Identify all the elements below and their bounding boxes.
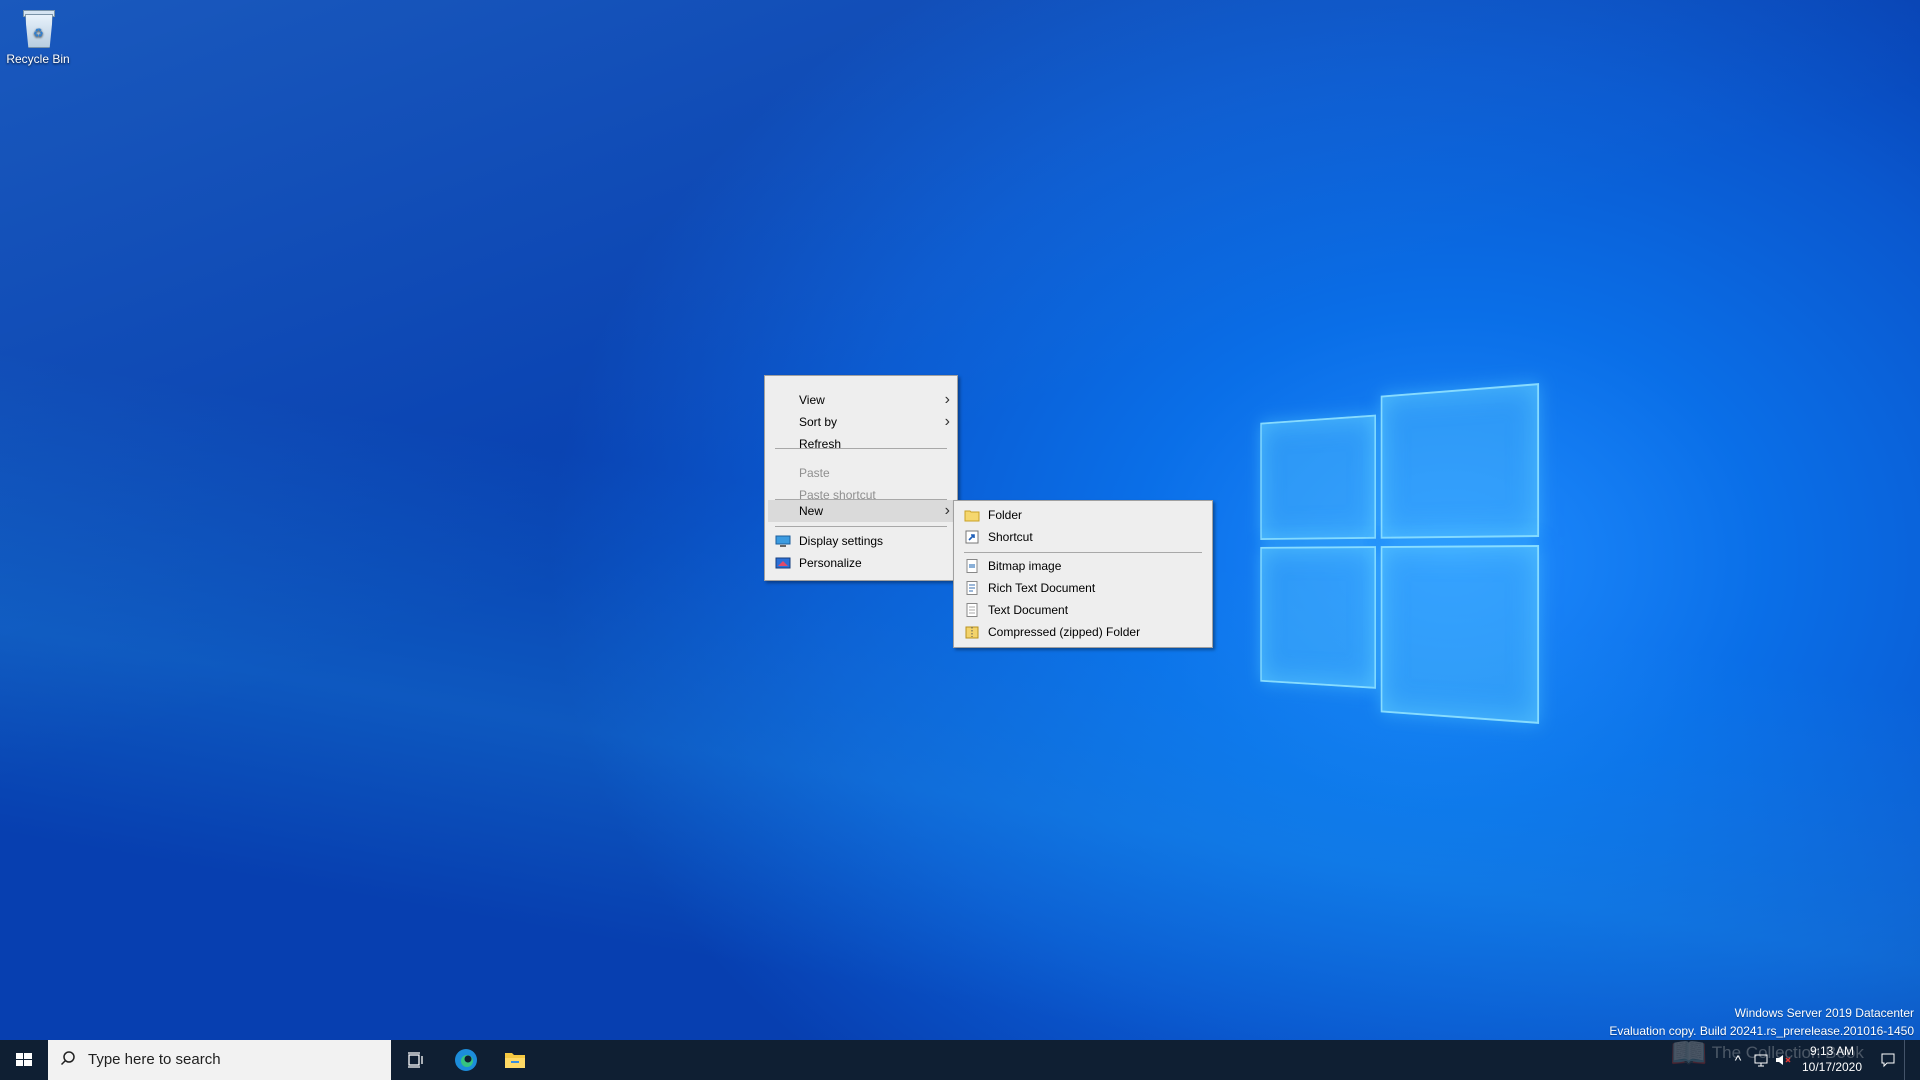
windows-logo bbox=[1260, 383, 1540, 738]
search-placeholder: Type here to search bbox=[88, 1051, 221, 1068]
recycle-bin-icon: ♻ bbox=[21, 8, 55, 48]
folder-icon bbox=[964, 508, 980, 522]
desktop-icon-recycle-bin[interactable]: ♻ Recycle Bin bbox=[6, 8, 70, 66]
menu-item-refresh[interactable]: Refresh bbox=[768, 433, 954, 455]
submenu-item-rich-text[interactable]: Rich Text Document bbox=[957, 577, 1209, 599]
search-icon bbox=[60, 1049, 76, 1069]
file-explorer-icon bbox=[505, 1053, 525, 1068]
windows-start-icon bbox=[16, 1053, 32, 1066]
menu-item-view[interactable]: View › bbox=[768, 389, 954, 411]
menu-item-sort-by[interactable]: Sort by › bbox=[768, 411, 954, 433]
task-view-button[interactable] bbox=[391, 1040, 439, 1080]
submenu-item-text-document[interactable]: Text Document bbox=[957, 599, 1209, 621]
menu-item-personalize[interactable]: Personalize bbox=[768, 552, 954, 574]
show-desktop-button[interactable] bbox=[1904, 1040, 1920, 1080]
task-view-icon bbox=[408, 1052, 423, 1068]
submenu-item-bitmap[interactable]: Bitmap image bbox=[957, 555, 1209, 577]
chevron-right-icon: › bbox=[944, 391, 950, 408]
watermark-overlay: 📖 The Collection Book bbox=[1670, 1037, 1864, 1070]
rtf-icon bbox=[964, 581, 980, 595]
file-explorer-button[interactable] bbox=[491, 1040, 539, 1080]
chevron-right-icon: › bbox=[944, 413, 950, 430]
submenu-item-folder[interactable]: Folder bbox=[957, 504, 1209, 526]
menu-separator bbox=[775, 448, 947, 449]
menu-separator bbox=[775, 526, 947, 527]
submenu-item-zip-folder[interactable]: Compressed (zipped) Folder bbox=[957, 621, 1209, 643]
book-icon: 📖 bbox=[1670, 1037, 1708, 1070]
desktop-context-menu: View › Sort by › Refresh Paste Paste sho… bbox=[764, 375, 958, 581]
menu-item-display-settings[interactable]: Display settings bbox=[768, 530, 954, 552]
desktop[interactable]: ♻ Recycle Bin View › Sort by › Refresh P… bbox=[0, 0, 1920, 1040]
menu-separator bbox=[964, 552, 1202, 553]
zip-folder-icon bbox=[964, 625, 980, 639]
shortcut-icon bbox=[964, 530, 980, 544]
action-center-icon[interactable] bbox=[1876, 1040, 1900, 1080]
text-doc-icon bbox=[964, 603, 980, 617]
start-button[interactable] bbox=[0, 1040, 48, 1080]
menu-item-new[interactable]: New › bbox=[768, 500, 954, 522]
taskbar: Type here to search ^ 9:13 AM 10/17/2020 bbox=[0, 1040, 1920, 1080]
edge-button[interactable] bbox=[442, 1040, 490, 1080]
menu-item-paste[interactable]: Paste bbox=[768, 462, 954, 484]
personalize-icon bbox=[775, 556, 791, 570]
new-submenu: Folder Shortcut Bitmap image Rich Text D… bbox=[953, 500, 1213, 648]
submenu-item-shortcut[interactable]: Shortcut bbox=[957, 526, 1209, 548]
edge-icon bbox=[455, 1049, 477, 1071]
os-edition-text: Windows Server 2019 Datacenter bbox=[1734, 1006, 1914, 1020]
display-icon bbox=[775, 534, 791, 548]
desktop-icon-label: Recycle Bin bbox=[6, 52, 70, 66]
chevron-right-icon: › bbox=[944, 502, 950, 519]
bitmap-icon bbox=[964, 559, 980, 573]
taskbar-search-box[interactable]: Type here to search bbox=[48, 1040, 391, 1080]
